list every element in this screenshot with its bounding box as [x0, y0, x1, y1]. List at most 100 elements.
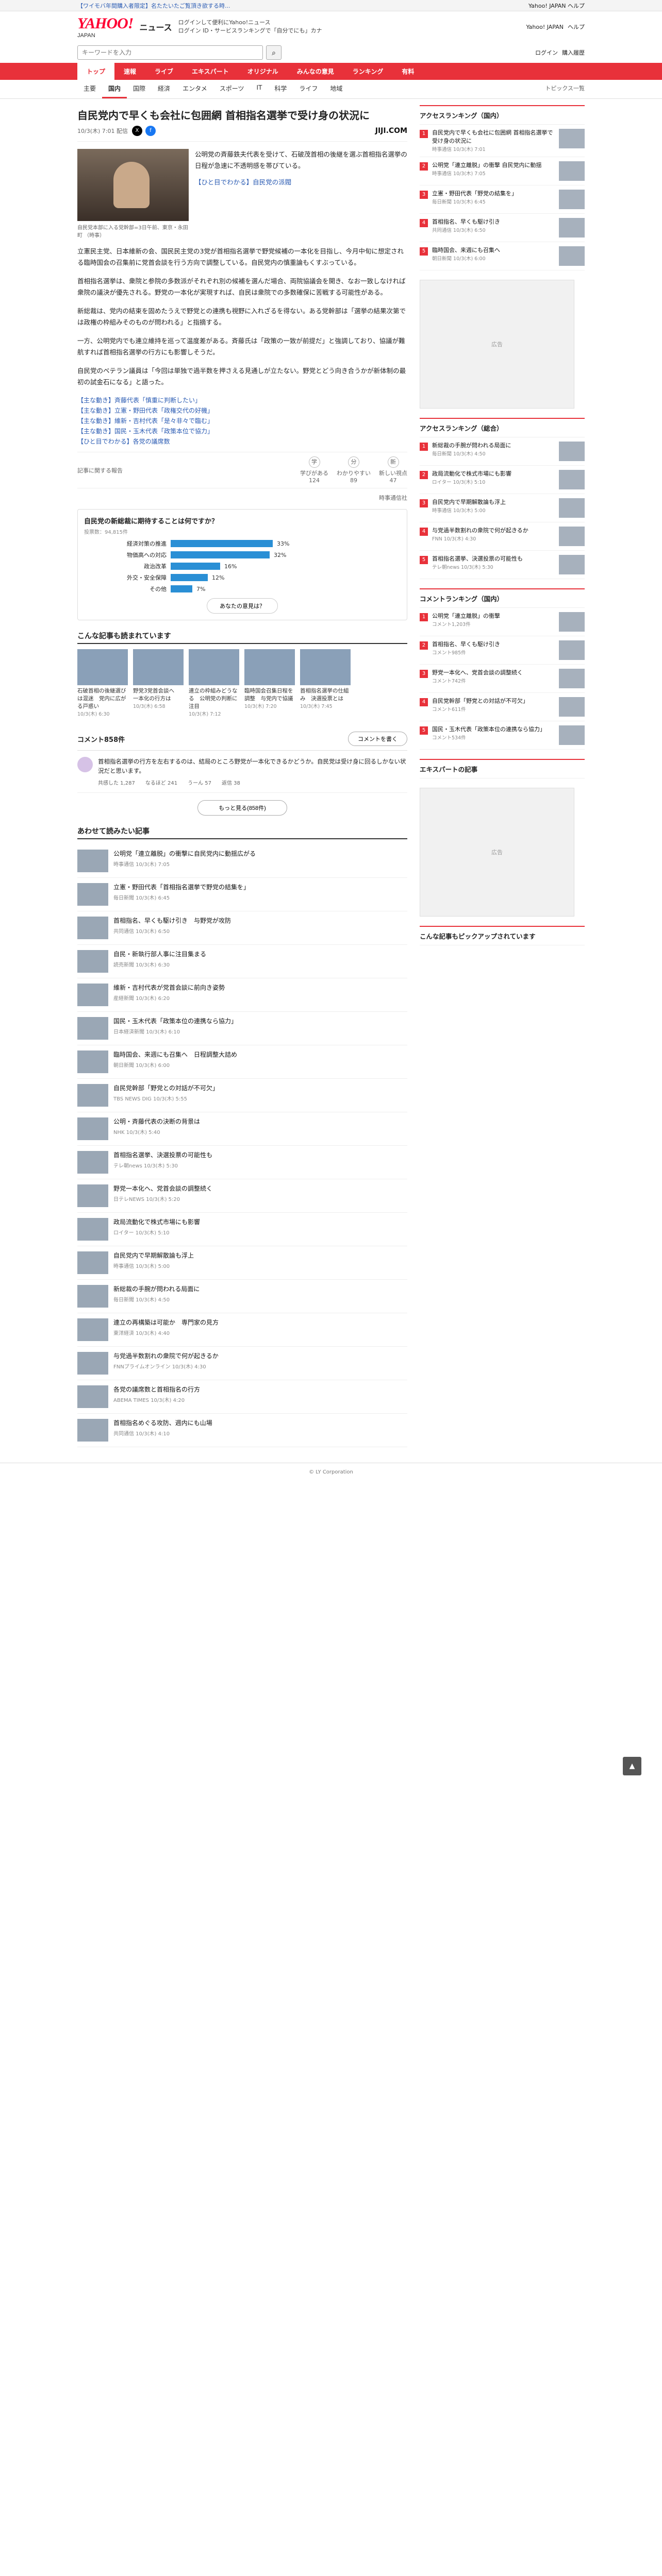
category-tab-4[interactable]: エンタメ [176, 80, 213, 98]
related-link[interactable]: 【主な動き】維新・吉村代表「是々非々で臨む」 [77, 417, 213, 425]
list-item[interactable]: 国民・玉木代表「政策本位の連携なら協力」 日本経済新聞 10/3(木) 6:10 [77, 1012, 407, 1045]
nav-tab-4[interactable]: オリジナル [238, 63, 288, 80]
report-link[interactable]: 記事に関する報告 [77, 466, 123, 474]
header-login-links[interactable]: ログインして便利にYahoo!ニュース ログイン ID・サービスランキングで「自… [178, 19, 322, 35]
list-item-title: 自民党幹部「野党との対話が不可欠」 [113, 1084, 219, 1092]
header-link-yahoo[interactable]: Yahoo! JAPAN [526, 24, 564, 30]
category-tab-5[interactable]: スポーツ [213, 80, 251, 98]
list-item-thumbnail [77, 1419, 108, 1442]
ranking-item[interactable]: 3 野党一本化へ、党首会談の調整続く コメント742件 [420, 665, 585, 693]
category-tab-8[interactable]: ライフ [293, 80, 324, 98]
related-link[interactable]: 【主な動き】斉藤代表「慎重に判断したい」 [77, 397, 201, 404]
ranking-item[interactable]: 4 与党過半数割れの衆院で何が起きるか FNN 10/3(木) 4:30 [420, 522, 585, 551]
related-link[interactable]: 【ひと目でわかる】各党の議席数 [77, 438, 170, 445]
list-item[interactable]: 首相指名めぐる攻防、週内にも山場 共同通信 10/3(木) 4:10 [77, 1414, 407, 1447]
history-link[interactable]: 購入履歴 [562, 48, 585, 57]
category-tab-7[interactable]: 科学 [268, 80, 293, 98]
comment-action[interactable]: 共感した 1,287 [98, 778, 135, 786]
also-read-card[interactable]: 石破首相の後継選びは混迷 党内に広がる戸惑い 10/3(木) 6:30 [77, 649, 128, 718]
list-item[interactable]: 自民党幹部「野党との対話が不可欠」 TBS NEWS DIG 10/3(木) 5:… [77, 1079, 407, 1112]
category-tab-3[interactable]: 経済 [152, 80, 176, 98]
ad-banner-2[interactable]: 広告 [420, 788, 574, 917]
list-item[interactable]: 首相指名選挙、決選投票の可能性も テレ朝news 10/3(木) 5:30 [77, 1146, 407, 1179]
related-link[interactable]: 【主な動き】立憲・野田代表「政権交代の好機」 [77, 407, 213, 414]
ranking-item[interactable]: 1 公明党「連立離脱」の衝撃 コメント1,203件 [420, 608, 585, 636]
list-item[interactable]: 公明・斉藤代表の決断の背景は NHK 10/3(木) 5:40 [77, 1112, 407, 1146]
poll-option[interactable]: 経済対策の推進 33% [84, 539, 401, 548]
also-read-card[interactable]: 首相指名選挙の仕組み 決選投票とは 10/3(木) 7:45 [300, 649, 351, 718]
list-item[interactable]: 臨時国会、来週にも召集へ 日程調整大詰め 朝日新聞 10/3(木) 6:00 [77, 1045, 407, 1079]
list-item[interactable]: 立憲・野田代表「首相指名選挙で野党の結集を」 毎日新聞 10/3(木) 6:45 [77, 878, 407, 911]
yahoo-logo[interactable]: YAHOO! JAPAN [77, 15, 134, 39]
header-link-help[interactable]: ヘルプ [568, 23, 585, 31]
reaction-button[interactable]: 分わかりやすい 89 [337, 456, 371, 484]
category-tab-1[interactable]: 国内 [102, 80, 127, 98]
comment-action[interactable]: 返信 38 [222, 778, 240, 786]
article-source[interactable]: 時事通信社 [77, 494, 407, 502]
ranking-item[interactable]: 5 首相指名選挙、決選投票の可能性も テレ朝news 10/3(木) 5:30 [420, 551, 585, 579]
list-item[interactable]: 野党一本化へ、党首会談の調整続く 日テレNEWS 10/3(木) 5:20 [77, 1179, 407, 1213]
ranking-item[interactable]: 3 自民党内で早期解散論も浮上 時事通信 10/3(木) 5:00 [420, 494, 585, 522]
ranking-item[interactable]: 5 臨時国会、来週にも召集へ 朝日新聞 10/3(木) 6:00 [420, 242, 585, 270]
ranking-item[interactable]: 3 立憲・野田代表「野党の結集を」 毎日新聞 10/3(木) 6:45 [420, 185, 585, 214]
also-read-card[interactable]: 臨時国会召集日程を調整 与党内で協議 10/3(木) 7:20 [244, 649, 295, 718]
list-item[interactable]: 新総裁の手腕が問われる局面に 毎日新聞 10/3(木) 4:50 [77, 1280, 407, 1313]
nav-tab-5[interactable]: みんなの意見 [288, 63, 343, 80]
list-item[interactable]: 首相指名、早くも駆け引き 与野党が攻防 共同通信 10/3(木) 6:50 [77, 911, 407, 945]
list-item[interactable]: 与党過半数割れの衆院で何が起きるか FNNプライムオンライン 10/3(木) 4:… [77, 1347, 407, 1380]
related-link[interactable]: 【主な動き】国民・玉木代表「政策本位で協力」 [77, 428, 213, 435]
list-item[interactable]: 自民党内で早期解散論も浮上 時事通信 10/3(木) 5:00 [77, 1246, 407, 1280]
category-tab-6[interactable]: IT [250, 80, 268, 98]
nav-tab-2[interactable]: ライブ [145, 63, 183, 80]
nav-tab-7[interactable]: 有料 [392, 63, 423, 80]
section-name[interactable]: ニュース [139, 21, 172, 33]
page-top-button[interactable]: ▲ [623, 1757, 641, 1775]
comment-action[interactable]: なるほど 241 [145, 778, 177, 786]
comment-action[interactable]: うーん 57 [188, 778, 211, 786]
reaction-button[interactable]: 学学びがある 124 [300, 456, 328, 484]
login-link[interactable]: ログイン [535, 48, 558, 57]
reaction-button[interactable]: 新新しい視点 47 [379, 456, 407, 484]
also-read-card[interactable]: 連立の枠組みどうなる 公明党の判断に注目 10/3(木) 7:12 [189, 649, 239, 718]
write-comment-button[interactable]: コメントを書く [348, 732, 407, 746]
category-tab-9[interactable]: 地域 [324, 80, 349, 98]
list-item[interactable]: 連立の再構築は可能か 専門家の見方 東洋経済 10/3(木) 4:40 [77, 1313, 407, 1347]
list-item[interactable]: 各党の議席数と首相指名の行方 ABEMA TIMES 10/3(木) 4:20 [77, 1380, 407, 1414]
also-read-card[interactable]: 野党3党首会談へ 一本化の行方は 10/3(木) 6:58 [133, 649, 184, 718]
ranking-item[interactable]: 1 自民党内で早くも会社に包囲網 首相指名選挙で受け身の状況に 時事通信 10/3(… [420, 125, 585, 157]
category-tab-0[interactable]: 主要 [77, 80, 102, 98]
ranking-item[interactable]: 2 公明党「連立離脱」の衝撃 自民党内に動揺 時事通信 10/3(木) 7:05 [420, 157, 585, 185]
ranking-item[interactable]: 2 首相指名、早くも駆け引き コメント985件 [420, 636, 585, 665]
article-photo[interactable] [77, 149, 189, 221]
x-share-icon[interactable]: X [131, 126, 142, 136]
nav-tab-0[interactable]: トップ [77, 63, 115, 80]
search-button[interactable]: ⌕ [266, 45, 282, 60]
nav-tab-1[interactable]: 速報 [114, 63, 145, 80]
more-comments-button[interactable]: もっと見る(858件) [197, 800, 287, 816]
poll-option[interactable]: 外交・安全保障 12% [84, 573, 401, 582]
list-item[interactable]: 自民・新執行部人事に注目集まる 読売新聞 10/3(木) 6:30 [77, 945, 407, 978]
facebook-share-icon[interactable]: f [145, 126, 156, 136]
poll-option[interactable]: 政治改革 16% [84, 562, 401, 570]
search-input[interactable] [77, 45, 263, 60]
list-item[interactable]: 公明党「連立離脱」の衝撃に自民党内に動揺広がる 時事通信 10/3(木) 7:05 [77, 844, 407, 878]
ad-banner[interactable]: 広告 [420, 280, 574, 409]
ranking-item[interactable]: 2 政局流動化で株式市場にも影響 ロイター 10/3(木) 5:10 [420, 466, 585, 494]
nav-tab-6[interactable]: ランキング [343, 63, 393, 80]
list-item[interactable]: 維新・吉村代表が党首会談に前向き姿勢 産経新聞 10/3(木) 6:20 [77, 978, 407, 1012]
poll-vote-button[interactable]: あなたの意見は？ [207, 598, 278, 614]
list-item[interactable]: 政局流動化で株式市場にも影響 ロイター 10/3(木) 5:10 [77, 1213, 407, 1246]
publisher-logo[interactable]: JIJI.COM [375, 127, 407, 135]
ranking-item[interactable]: 5 国民・玉木代表「政策本位の連携なら協力」 コメント534件 [420, 721, 585, 750]
ranking-item[interactable]: 4 首相指名、早くも駆け引き 共同通信 10/3(木) 6:50 [420, 214, 585, 242]
lead-heading-link[interactable]: 【ひと目でわかる】自民党の派閥 [195, 177, 407, 188]
poll-option[interactable]: その他 7% [84, 585, 401, 593]
ranking-item[interactable]: 4 自民党幹部「野党との対話が不可欠」 コメント611件 [420, 693, 585, 721]
nav-tab-3[interactable]: エキスパート [183, 63, 238, 80]
category-tab-2[interactable]: 国際 [127, 80, 152, 98]
top-right-links[interactable]: Yahoo! JAPAN ヘルプ [528, 2, 585, 10]
topics-list-link[interactable]: トピックス一覧 [545, 80, 585, 98]
top-notice-link[interactable]: 【ワイモバ年間購入者限定】名たたいたご覧頂き欲する時... [77, 2, 230, 10]
poll-option[interactable]: 物価高への対応 32% [84, 551, 401, 559]
ranking-item[interactable]: 1 新総裁の手腕が問われる局面に 毎日新聞 10/3(木) 4:50 [420, 437, 585, 466]
